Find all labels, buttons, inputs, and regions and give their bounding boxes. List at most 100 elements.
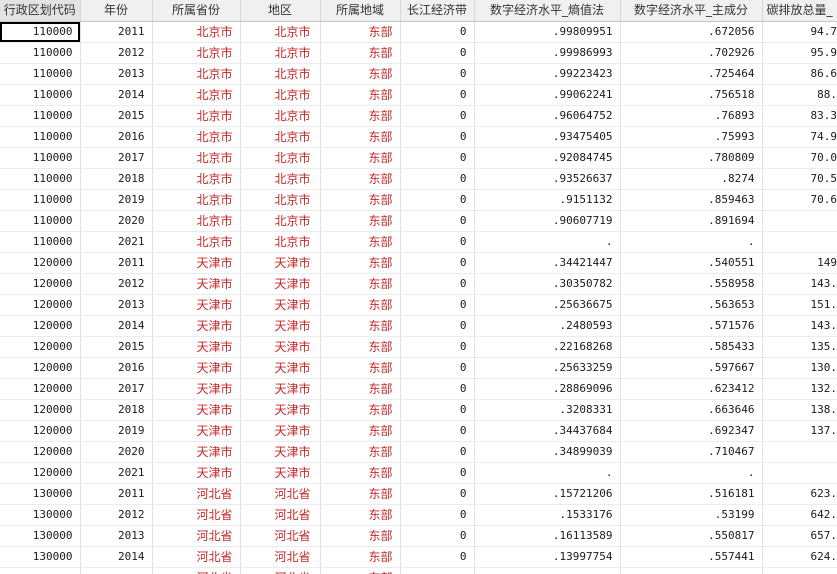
cell-digital-economy-pca[interactable]: .557441 (620, 546, 763, 568)
cell-province[interactable]: 北京市 (152, 42, 241, 64)
cell-area[interactable]: 东部 (320, 378, 401, 400)
cell-carbon-emissions[interactable]: 132. (762, 378, 837, 400)
table-row[interactable]: 130000 2011 河北省 河北省 东部 0.15721206.516181 623. (0, 483, 837, 505)
cell-carbon-emissions[interactable]: 149 (762, 252, 837, 274)
cell-digital-economy-pca[interactable]: .756518 (620, 84, 763, 106)
cell-year[interactable]: 2019 (80, 420, 153, 442)
cell-digital-economy-entropy[interactable]: .15721206 (474, 483, 621, 505)
table-row[interactable]: 120000 2015 天津市 天津市 东部 0.22168268.585433 135. (0, 336, 837, 358)
cell-region[interactable]: 北京市 (240, 84, 321, 106)
cell-province[interactable]: 北京市 (152, 105, 241, 127)
cell-area[interactable]: 东部 (320, 231, 401, 253)
cell-region[interactable]: 河北省 (240, 525, 321, 547)
cell-digital-economy-pca[interactable]: .859463 (620, 189, 763, 211)
cell-area[interactable]: 东部 (320, 63, 401, 85)
cell-digital-economy-pca[interactable]: .597667 (620, 357, 763, 379)
table-row[interactable]: 120000 2019 天津市 天津市 东部 0.34437684.692347 137. (0, 420, 837, 442)
cell-admin-code[interactable]: 130000 (0, 525, 81, 547)
cell-carbon-emissions[interactable]: 70.0 (762, 147, 837, 169)
cell-year[interactable]: 2016 (80, 357, 153, 379)
cell-digital-economy-pca[interactable]: .725464 (620, 63, 763, 85)
cell-digital-economy-pca[interactable] (620, 567, 763, 574)
cell-year[interactable]: 2021 (80, 462, 153, 484)
cell-province[interactable]: 北京市 (152, 84, 241, 106)
cell-year[interactable]: 2011 (80, 252, 153, 274)
cell-digital-economy-entropy[interactable]: .30350782 (474, 273, 621, 295)
cell-admin-code[interactable]: 110000 (0, 63, 81, 85)
cell-year[interactable] (80, 567, 153, 574)
cell-admin-code[interactable]: 110000 (0, 21, 81, 43)
cell-province[interactable]: 北京市 (152, 231, 241, 253)
cell-region[interactable]: 河北省 (240, 504, 321, 526)
cell-digital-economy-pca[interactable]: .702926 (620, 42, 763, 64)
cell-region[interactable]: 天津市 (240, 462, 321, 484)
cell-digital-economy-pca[interactable]: .516181 (620, 483, 763, 505)
cell-yangtze-belt[interactable]: 0 (400, 210, 475, 232)
cell-digital-economy-entropy[interactable]: .93526637 (474, 168, 621, 190)
cell-digital-economy-pca[interactable]: .663646 (620, 399, 763, 421)
cell-province[interactable]: 天津市 (152, 315, 241, 337)
cell-yangtze-belt[interactable]: 0 (400, 504, 475, 526)
data-browser-grid[interactable]: 行政区划代码 年份 所属省份 地区 所属地域 长江经济带 数字经济水平_熵值法 … (0, 0, 837, 574)
table-row[interactable]: 河北省河北省东部 (0, 567, 837, 574)
cell-digital-economy-entropy[interactable]: . (474, 231, 621, 253)
cell-digital-economy-pca[interactable]: .550817 (620, 525, 763, 547)
cell-digital-economy-entropy[interactable]: .92084745 (474, 147, 621, 169)
cell-year[interactable]: 2018 (80, 399, 153, 421)
cell-digital-economy-entropy[interactable]: .16113589 (474, 525, 621, 547)
cell-region[interactable]: 北京市 (240, 189, 321, 211)
table-row[interactable]: 110000 2018 北京市 北京市 东部 0.93526637.8274 70.5 (0, 168, 837, 190)
cell-year[interactable]: 2013 (80, 294, 153, 316)
cell-region[interactable]: 北京市 (240, 42, 321, 64)
cell-area[interactable]: 东部 (320, 462, 401, 484)
cell-yangtze-belt[interactable]: 0 (400, 483, 475, 505)
cell-region[interactable]: 北京市 (240, 126, 321, 148)
cell-carbon-emissions[interactable]: 143. (762, 273, 837, 295)
cell-area[interactable]: 东部 (320, 42, 401, 64)
cell-province[interactable]: 天津市 (152, 273, 241, 295)
cell-yangtze-belt[interactable]: 0 (400, 546, 475, 568)
cell-province[interactable]: 天津市 (152, 399, 241, 421)
cell-year[interactable]: 2011 (80, 21, 153, 43)
cell-digital-economy-entropy[interactable]: .3208331 (474, 399, 621, 421)
cell-region[interactable]: 河北省 (240, 483, 321, 505)
cell-area[interactable]: 东部 (320, 504, 401, 526)
header-admin-code[interactable]: 行政区划代码 (0, 0, 81, 22)
cell-year[interactable]: 2014 (80, 546, 153, 568)
cell-yangtze-belt[interactable]: 0 (400, 42, 475, 64)
cell-area[interactable]: 东部 (320, 84, 401, 106)
cell-carbon-emissions[interactable]: 83.3 (762, 105, 837, 127)
cell-province[interactable]: 北京市 (152, 210, 241, 232)
cell-year[interactable]: 2014 (80, 84, 153, 106)
header-digital-economy-pca[interactable]: 数字经济水平_主成分 (620, 0, 763, 22)
cell-area[interactable]: 东部 (320, 399, 401, 421)
cell-digital-economy-pca[interactable]: .558958 (620, 273, 763, 295)
cell-province[interactable]: 天津市 (152, 336, 241, 358)
cell-digital-economy-entropy[interactable]: .93475405 (474, 126, 621, 148)
cell-region[interactable]: 天津市 (240, 294, 321, 316)
cell-digital-economy-pca[interactable]: .585433 (620, 336, 763, 358)
cell-carbon-emissions[interactable]: 95.9 (762, 42, 837, 64)
cell-yangtze-belt[interactable]: 0 (400, 21, 475, 43)
table-row[interactable]: 110000 2021 北京市 北京市 东部 0.. (0, 231, 837, 253)
cell-year[interactable]: 2015 (80, 105, 153, 127)
cell-region[interactable]: 北京市 (240, 63, 321, 85)
cell-region[interactable]: 天津市 (240, 336, 321, 358)
cell-yangtze-belt[interactable]: 0 (400, 462, 475, 484)
cell-yangtze-belt[interactable]: 0 (400, 189, 475, 211)
cell-yangtze-belt[interactable]: 0 (400, 126, 475, 148)
cell-yangtze-belt[interactable]: 0 (400, 420, 475, 442)
cell-province[interactable]: 河北省 (152, 546, 241, 568)
cell-region[interactable]: 天津市 (240, 441, 321, 463)
cell-yangtze-belt[interactable]: 0 (400, 84, 475, 106)
table-row[interactable]: 110000 2019 北京市 北京市 东部 0.9151132.859463 70.6 (0, 189, 837, 211)
cell-region[interactable]: 北京市 (240, 210, 321, 232)
cell-carbon-emissions[interactable]: 138. (762, 399, 837, 421)
cell-yangtze-belt[interactable]: 0 (400, 63, 475, 85)
cell-yangtze-belt[interactable]: 0 (400, 336, 475, 358)
cell-carbon-emissions[interactable]: 143. (762, 315, 837, 337)
cell-yangtze-belt[interactable]: 0 (400, 441, 475, 463)
cell-digital-economy-pca[interactable]: . (620, 231, 763, 253)
cell-carbon-emissions[interactable] (762, 441, 837, 463)
cell-area[interactable]: 东部 (320, 189, 401, 211)
